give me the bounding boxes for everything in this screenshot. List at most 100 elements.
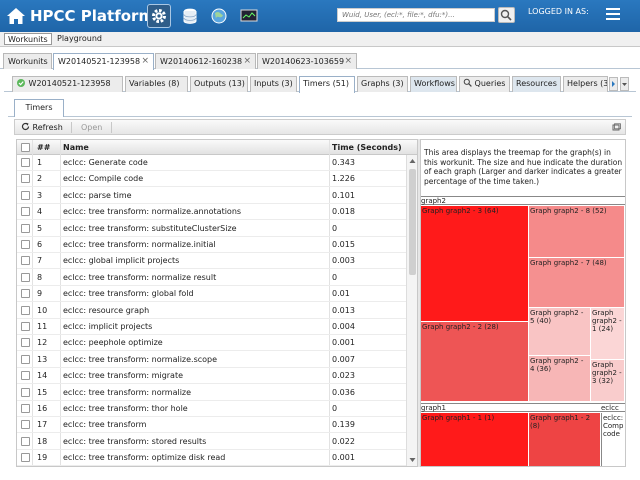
tab-playground[interactable]: Playground [54,33,105,45]
table-row[interactable]: 14 eclcc: tree transform: migrate 0.023 [17,368,407,385]
wu-tab-3[interactable]: W20140623-103659 × [257,53,357,69]
row-checkbox[interactable] [21,453,30,463]
treemap-cell[interactable]: eclcc: Compile code [601,413,625,466]
treemap-cell[interactable]: Graph graph1 - 1 (1) [421,413,529,466]
table-row[interactable]: 11 eclcc: implicit projects 0.004 [17,319,407,335]
row-checkbox[interactable] [21,174,30,184]
scroll-tabs-right-button[interactable] [609,77,618,91]
grid-scrollbar-thumb[interactable] [409,169,416,275]
row-checkbox[interactable] [21,338,30,348]
table-row[interactable]: 3 eclcc: parse time 0.101 [17,188,407,204]
row-checkbox[interactable] [21,289,30,299]
row-checkbox[interactable] [21,158,30,167]
chevron-up-icon[interactable] [409,157,416,165]
treemap-cell[interactable]: Graph graph2 - 1 (24) [591,308,625,360]
table-row[interactable]: 18 eclcc: tree transform: stored results 0… [17,434,407,450]
table-row[interactable]: 2 eclcc: Compile code 1.226 [17,171,407,188]
search-input[interactable] [337,8,495,22]
table-row[interactable]: 15 eclcc: tree transform: normalize 0.036 [17,385,407,401]
tab-timers[interactable]: Timers (51) [299,76,355,93]
tab-helpers[interactable]: Helpers (3 [563,76,608,92]
tab-timers-grid[interactable]: Timers [14,99,64,117]
row-checkbox[interactable] [21,240,30,249]
row-checkbox[interactable] [21,305,30,315]
table-row[interactable]: 13 eclcc: tree transform: normalize.scope… [17,352,407,368]
refresh-button[interactable]: Refresh [21,122,63,133]
row-checkbox[interactable] [21,207,30,217]
tab-inputs[interactable]: Inputs (3) [250,76,297,92]
tab-graphs[interactable]: Graphs (3) [357,76,408,92]
table-row[interactable]: 19 eclcc: tree transform: optimize disk r… [17,450,407,466]
row-index: 17 [37,420,48,430]
treemap-cell[interactable]: Graph graph2 - 8 (52) [529,206,625,258]
row-checkbox[interactable] [21,256,30,266]
topology-button[interactable] [207,4,231,28]
row-checkbox[interactable] [21,322,30,331]
table-row[interactable]: 4 eclcc: tree transform: normalize.annota… [17,204,407,221]
column-header-time[interactable]: Time (Seconds) [332,141,402,154]
treemap-cell[interactable]: Graph graph2 - 3 (64) [421,206,529,322]
tab-variables[interactable]: Variables (8) [125,76,188,92]
main-menu-button[interactable] [606,8,620,20]
row-name: eclcc: global implicit projects [63,256,180,266]
row-checkbox[interactable] [21,436,30,446]
operations-button[interactable] [237,4,261,28]
close-icon[interactable]: × [243,54,251,69]
wu-tab-list[interactable]: Workunits [3,53,52,69]
row-checkbox[interactable] [21,272,30,282]
close-icon[interactable]: × [141,54,149,69]
close-icon[interactable]: × [344,54,352,69]
treemap-cell[interactable]: Graph graph2 - 5 (40) [529,308,591,356]
chevron-down-icon[interactable] [409,456,416,464]
activity-button[interactable] [147,4,171,28]
row-checkbox[interactable] [21,420,30,430]
home-icon[interactable] [6,6,26,26]
wu-tab-1[interactable]: W20140521-123958 × [53,53,154,70]
row-checkbox[interactable] [21,223,30,233]
tab-resources[interactable]: Resources [512,76,561,92]
column-header-index[interactable]: ## [37,141,50,154]
tab-queries[interactable]: Queries [459,76,510,92]
grid-scrollbar[interactable] [406,155,417,466]
data-button[interactable] [178,4,202,28]
summary-icon [17,79,25,87]
open-button[interactable]: Open [81,122,102,133]
tab-list-menu-button[interactable] [620,77,629,91]
treemap-group-eclcc[interactable]: eclcc [601,403,625,412]
table-row[interactable]: 9 eclcc: tree transform: global fold 0.01 [17,286,407,303]
select-all-checkbox[interactable] [21,143,30,152]
treemap-group-graph1[interactable]: graph1 [421,403,601,412]
table-row[interactable]: 17 eclcc: tree transform 0.139 [17,417,407,434]
maximize-icon[interactable] [612,123,621,132]
tab-workflows[interactable]: Workflows [410,76,457,92]
table-row[interactable]: 6 eclcc: tree transform: normalize.initia… [17,237,407,253]
row-index: 2 [37,174,43,184]
globe-icon [211,8,227,24]
tab-outputs[interactable]: Outputs (13) [190,76,248,92]
table-row[interactable]: 8 eclcc: tree transform: normalize result… [17,270,407,286]
search-button[interactable] [498,7,515,23]
table-row[interactable]: 1 eclcc: Generate code 0.343 [17,155,407,171]
column-header-name[interactable]: Name [63,141,89,154]
table-row[interactable]: 10 eclcc: resource graph 0.013 [17,303,407,319]
row-checkbox[interactable] [21,387,30,397]
treemap-cell[interactable]: Graph graph2 - 2 (28) [421,322,529,402]
table-row[interactable]: 16 eclcc: tree transform: thor hole 0 [17,401,407,417]
row-index: 19 [37,453,48,463]
row-checkbox[interactable] [21,354,30,364]
row-checkbox[interactable] [21,190,30,200]
row-checkbox[interactable] [21,371,30,381]
treemap-cell[interactable]: Graph graph1 - 2 (8) [529,413,601,466]
treemap-group-graph2[interactable]: graph2 [421,196,625,205]
table-row[interactable]: 7 eclcc: global implicit projects 0.003 [17,253,407,270]
row-checkbox[interactable] [21,404,30,413]
table-row[interactable]: 12 eclcc: peephole optimize 0.001 [17,335,407,352]
tab-workunits[interactable]: Workunits [4,33,52,45]
treemap-cell[interactable]: Graph graph2 - 3 (32) [591,360,625,402]
treemap-cell[interactable]: Graph graph2 - 4 (36) [529,356,591,402]
tab-summary[interactable]: W20140521-123958 [12,76,123,92]
treemap-cell[interactable]: Graph graph2 - 7 (48) [529,258,625,308]
wu-tab-2[interactable]: W20140612-160238 × [155,53,256,69]
row-name: eclcc: tree transform: normalize result [63,272,217,282]
table-row[interactable]: 5 eclcc: tree transform: substituteCluste… [17,221,407,237]
